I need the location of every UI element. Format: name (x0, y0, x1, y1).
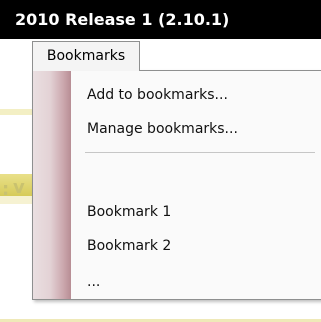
more-bookmarks-item[interactable]: ... (87, 270, 100, 294)
bookmarks-menu-button[interactable]: Bookmarks (32, 41, 140, 71)
menu-item-label: Add to bookmarks... (87, 87, 228, 103)
bookmark-item-2[interactable]: Bookmark 2 (87, 234, 171, 258)
add-to-bookmarks-item[interactable]: Add to bookmarks... (87, 83, 228, 107)
menu-item-label: Bookmark 2 (87, 238, 172, 254)
window-title-bar: 2010 Release 1 (2.10.1) (0, 0, 321, 39)
background-fragment: v (13, 177, 25, 198)
window-title: 2010 Release 1 (2.10.1) (15, 10, 230, 29)
menu-gutter (33, 71, 71, 299)
menu-item-label: ... (87, 274, 101, 290)
manage-bookmarks-item[interactable]: Manage bookmarks... (87, 117, 238, 141)
bookmark-item-1[interactable]: Bookmark 1 (87, 200, 171, 224)
menu-item-label: Manage bookmarks... (87, 121, 238, 137)
bookmarks-menu-label: Bookmarks (46, 48, 126, 64)
bookmarks-dropdown-menu: Add to bookmarks... Manage bookmarks... … (32, 70, 321, 300)
background-fragment: : (2, 179, 10, 200)
menu-item-label: Bookmark 1 (87, 204, 172, 220)
menu-separator (85, 152, 315, 153)
